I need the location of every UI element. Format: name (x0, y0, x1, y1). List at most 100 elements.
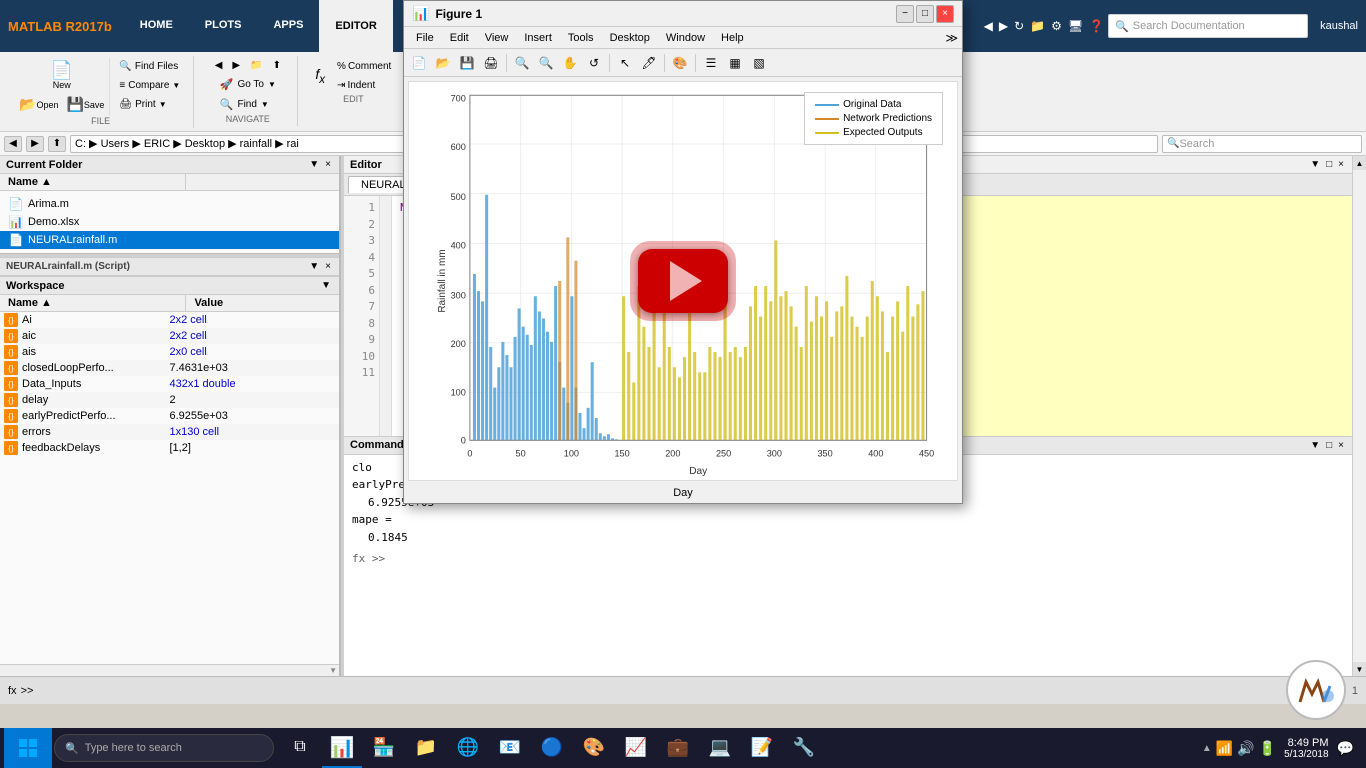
youtube-play-button[interactable] (638, 249, 728, 313)
search-documentation-field[interactable]: 🔍 Search Documentation (1108, 14, 1308, 38)
indent-button[interactable]: ⇥ Indent (332, 77, 396, 94)
ws-minimize-button[interactable]: × (323, 260, 333, 273)
fig-menu-insert[interactable]: Insert (516, 30, 560, 46)
file-item-demo[interactable]: 📊 Demo.xlsx (0, 213, 339, 231)
scrollbar-down-btn[interactable]: ▼ (1353, 662, 1366, 676)
taskbar-edge-button[interactable]: 🌐 (448, 728, 488, 768)
taskbar-store-button[interactable]: 🏪 (364, 728, 404, 768)
cw-minimize-button[interactable]: × (1336, 439, 1346, 452)
folder-expand-button[interactable]: ▼ (307, 158, 321, 171)
notification-icon[interactable]: 💬 (1337, 740, 1354, 757)
save-button[interactable]: 💾 Save (63, 93, 107, 116)
comment-button[interactable]: % Comment (332, 58, 396, 75)
go-to-button[interactable]: 🚀 Go To ▼ (213, 75, 283, 94)
file-item-neural[interactable]: 📄 NEURALrainfall.m (0, 231, 339, 249)
cw-maximize-button[interactable]: □ (1324, 439, 1334, 452)
name-column-header[interactable]: Name ▲ (0, 174, 186, 190)
taskbar-word-button[interactable]: 📝 (742, 728, 782, 768)
ws-item-ai[interactable]: {}​ Ai 2x2 cell (0, 312, 339, 328)
find-files-button[interactable]: 🔍 Find Files (114, 58, 185, 75)
open-button[interactable]: 📂 Open (16, 93, 61, 116)
taskbar-email-button[interactable]: 📧 (490, 728, 530, 768)
ws-item-closed[interactable]: {}​ closedLoopPerfo... 7.4631e+03 (0, 360, 339, 376)
fig-pan-button[interactable]: ✋ (559, 52, 581, 74)
print-button[interactable]: 🖨 Print ▼ (114, 96, 185, 113)
settings-icon[interactable]: ⚙ (1051, 19, 1062, 33)
cw-expand-button[interactable]: ▼ (1308, 439, 1322, 452)
fig-menu-file[interactable]: File (408, 30, 442, 46)
ws-item-delay[interactable]: {}​ delay 2 (0, 392, 339, 408)
ws-name-header[interactable]: Name ▲ (0, 295, 186, 311)
ws-item-feedback[interactable]: {}​ feedbackDelays [1,2] (0, 440, 339, 456)
back-nav-button[interactable]: ◀ (211, 58, 227, 73)
fig-zoom-out-button[interactable]: 🔍 (535, 52, 557, 74)
figure-close-button[interactable]: × (936, 5, 954, 23)
taskbar-extra1-button[interactable]: 📈 (616, 728, 656, 768)
tab-plots[interactable]: PLOTS (189, 0, 258, 52)
forward-nav-button[interactable]: ▶ (228, 58, 244, 73)
tab-editor[interactable]: EDITOR (319, 0, 392, 52)
tab-apps[interactable]: APPS (257, 0, 319, 52)
taskbar-multiview-button[interactable]: ⧉ (280, 728, 320, 768)
start-button[interactable] (4, 728, 52, 768)
fig-menu-edit[interactable]: Edit (442, 30, 477, 46)
scrollbar-up-btn[interactable]: ▲ (1353, 156, 1366, 170)
help-icon[interactable]: ❓ (1089, 19, 1104, 33)
ws-item-early[interactable]: {}​ earlyPredictPerfo... 6.9255e+03 (0, 408, 339, 424)
ws-item-errors[interactable]: {}​ errors 1x130 cell (0, 424, 339, 440)
fig-menu-desktop[interactable]: Desktop (602, 30, 658, 46)
back-icon[interactable]: ◀ (984, 19, 993, 33)
up-nav-button[interactable]: ⬆ (269, 58, 285, 73)
editor-maximize-button[interactable]: □ (1324, 158, 1334, 171)
cmd-prompt-line[interactable]: fx >> (352, 550, 1344, 568)
fx-button[interactable]: fx (310, 58, 330, 94)
ws-item-data[interactable]: {}​ Data_Inputs 432x1 double (0, 376, 339, 392)
ws-item-aic[interactable]: {}​ aic 2x2 cell (0, 328, 339, 344)
figure-minimize-button[interactable]: − (896, 5, 914, 23)
fig-menu-tools[interactable]: Tools (560, 30, 602, 46)
fig-zoom-in-button[interactable]: 🔍 (511, 52, 533, 74)
editor-close-button[interactable]: × (1336, 158, 1346, 171)
fig-open-button[interactable]: 📂 (432, 52, 454, 74)
fig-properties-button[interactable]: ▧ (748, 52, 770, 74)
fig-colormap-button[interactable]: 🎨 (669, 52, 691, 74)
addr-back-button[interactable]: ◀ (4, 136, 22, 152)
monitor-icon[interactable]: 🖥 (1068, 19, 1083, 33)
fig-legend-button[interactable]: ☰ (700, 52, 722, 74)
find-button[interactable]: 🔍 Find ▼ (213, 95, 283, 114)
addr-up-button[interactable]: ⬆ (48, 136, 66, 152)
tray-up-icon[interactable]: ▲ (1202, 743, 1212, 754)
figure-maximize-button[interactable]: □ (916, 5, 934, 23)
youtube-overlay[interactable] (638, 249, 728, 313)
taskbar-files-button[interactable]: 📁 (406, 728, 446, 768)
ws-expand-button[interactable]: ▼ (307, 260, 321, 273)
fig-menu-window[interactable]: Window (658, 30, 713, 46)
forward-icon[interactable]: ▶ (999, 19, 1008, 33)
fig-save-button[interactable]: 💾 (456, 52, 478, 74)
new-button[interactable]: 📄 New (46, 58, 78, 93)
taskbar-clock[interactable]: 8:49 PM 5/13/2018 (1284, 737, 1329, 760)
fig-menu-view[interactable]: View (477, 30, 517, 46)
addr-forward-button[interactable]: ▶ (26, 136, 44, 152)
fig-select-button[interactable]: ↖ (614, 52, 636, 74)
taskbar-search-bar[interactable]: 🔍 Type here to search (54, 734, 274, 762)
taskbar-matlab-button[interactable]: 📊 (322, 728, 362, 768)
taskbar-chrome-button[interactable]: 🔵 (532, 728, 572, 768)
refresh-icon[interactable]: ↻ (1014, 19, 1024, 33)
fig-print-button[interactable]: 🖨 (480, 52, 502, 74)
fig-menu-help[interactable]: Help (713, 30, 752, 46)
ws-value-header[interactable]: Value (186, 295, 339, 311)
folder-nav-button[interactable]: 📁 (246, 58, 266, 73)
taskbar-extra4-button[interactable]: 🔧 (784, 728, 824, 768)
taskbar-photoshop-button[interactable]: 🎨 (574, 728, 614, 768)
right-scrollbar[interactable]: ▲ ▼ (1352, 156, 1366, 676)
tab-home[interactable]: HOME (124, 0, 189, 52)
folder-icon[interactable]: 📁 (1030, 19, 1045, 33)
fig-rotate-button[interactable]: ↺ (583, 52, 605, 74)
fig-new-button[interactable]: 📄 (408, 52, 430, 74)
compare-button[interactable]: ≡ Compare ▼ (114, 77, 185, 94)
fig-brush-button[interactable]: 🖊 (638, 52, 660, 74)
ws-item-ais[interactable]: {}​ ais 2x0 cell (0, 344, 339, 360)
address-search[interactable]: 🔍 Search (1162, 135, 1362, 153)
folder-minimize-button[interactable]: × (323, 158, 333, 171)
